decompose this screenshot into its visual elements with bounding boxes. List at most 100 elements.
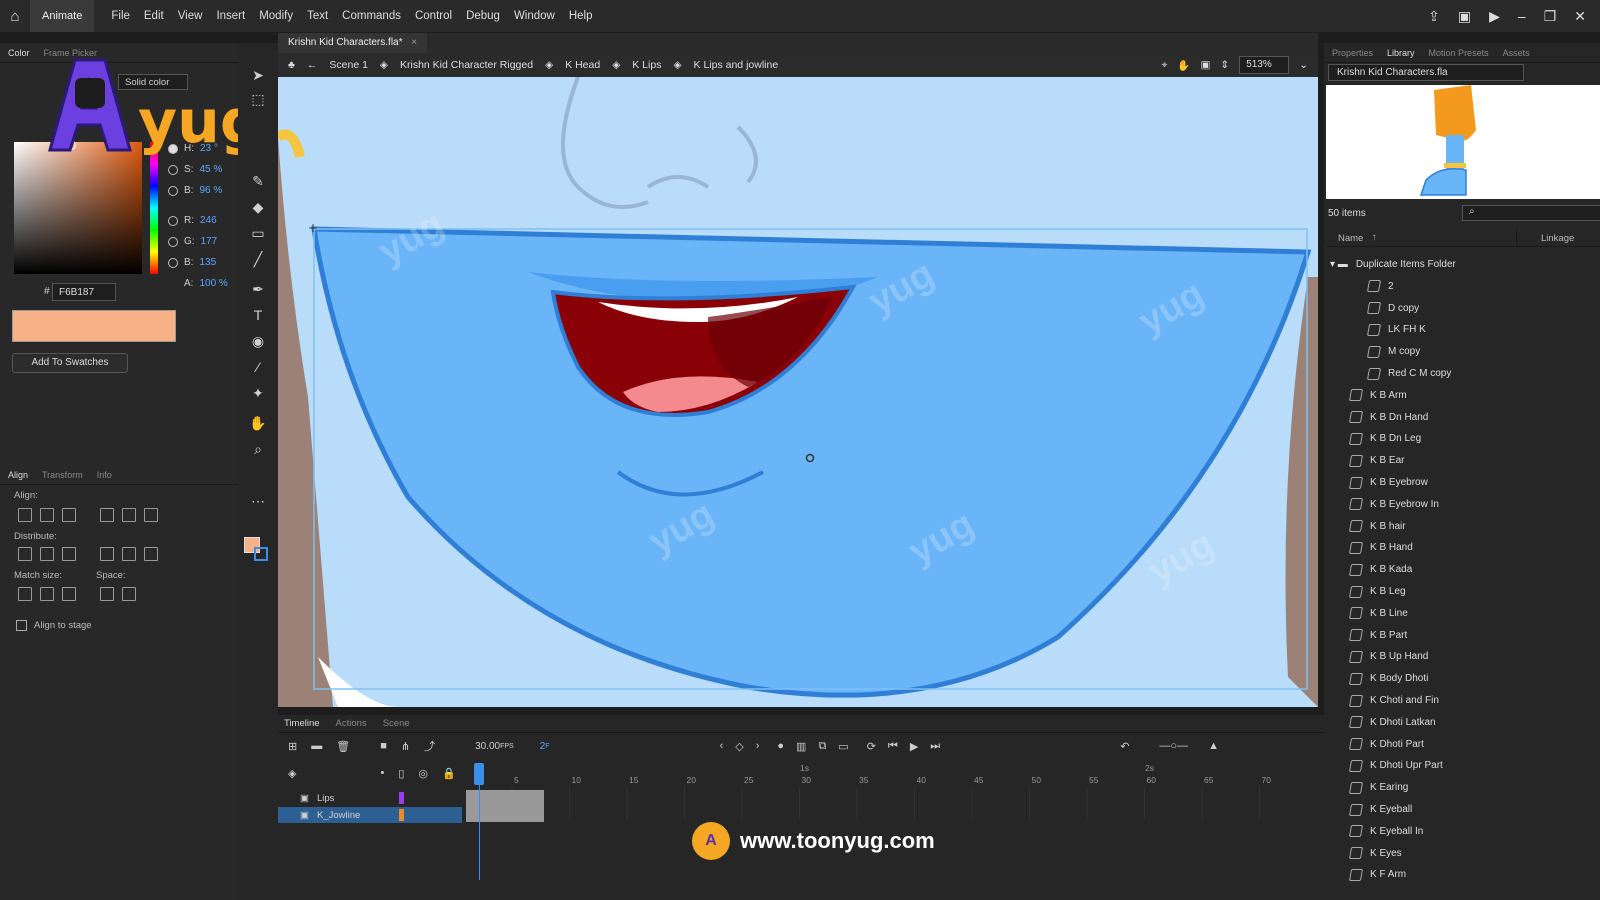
distribute-right-icon[interactable] xyxy=(144,547,158,561)
library-folder[interactable]: ▾ ▬ Duplicate Items Folder xyxy=(1330,254,1456,275)
crumb-rigged[interactable]: Krishn Kid Character Rigged xyxy=(400,59,533,71)
graph-icon[interactable]: ⤴ xyxy=(424,738,435,754)
stroke-color-icon[interactable] xyxy=(254,547,268,561)
library-folder-item[interactable]: 2 xyxy=(1366,276,1394,297)
eraser-tool-icon[interactable]: ◆ xyxy=(248,197,268,217)
crumb-head[interactable]: K Head xyxy=(565,59,600,71)
test-movie-icon[interactable]: ▶ xyxy=(1489,8,1500,25)
align-top-icon[interactable] xyxy=(100,508,114,522)
align-hcenter-icon[interactable] xyxy=(40,508,54,522)
layer-lips[interactable]: ▣ Lips xyxy=(278,790,462,806)
selection-tool-icon[interactable]: ➤ xyxy=(248,65,268,85)
menu-file[interactable]: File xyxy=(104,0,137,32)
menu-view[interactable]: View xyxy=(171,0,210,32)
saturation-brightness-picker[interactable] xyxy=(14,140,142,274)
align-bottom-icon[interactable] xyxy=(144,508,158,522)
library-item[interactable]: K B Leg xyxy=(1348,581,1406,602)
menu-control[interactable]: Control xyxy=(408,0,459,32)
keyframe-span[interactable] xyxy=(466,790,544,822)
distribute-vcenter-icon[interactable] xyxy=(40,547,54,561)
menu-text[interactable]: Text xyxy=(300,0,335,32)
menu-debug[interactable]: Debug xyxy=(459,0,507,32)
tab-motion-presets[interactable]: Motion Presets xyxy=(1429,48,1489,58)
expand-icon[interactable]: ▲ xyxy=(1208,740,1219,752)
menu-window[interactable]: Window xyxy=(507,0,562,32)
step-back-icon[interactable]: ⏮ xyxy=(888,740,898,753)
match-both-icon[interactable] xyxy=(62,587,76,601)
tab-properties[interactable]: Properties xyxy=(1332,48,1373,58)
onion-skin-icon[interactable]: ● xyxy=(777,740,784,752)
tab-transform[interactable]: Transform xyxy=(42,470,83,480)
share-icon[interactable]: ⇪ xyxy=(1428,8,1440,25)
zoom-input[interactable]: 513% xyxy=(1239,56,1290,74)
more-tools-icon[interactable]: ⋯ xyxy=(248,491,268,511)
rotate-icon[interactable]: ✋ xyxy=(1177,59,1190,72)
insert-frame-icon[interactable]: ▭ xyxy=(838,740,848,753)
library-item[interactable]: K B Eyebrow In xyxy=(1348,494,1439,515)
menu-insert[interactable]: Insert xyxy=(209,0,252,32)
s-value[interactable]: 45 % xyxy=(199,164,222,175)
camera-icon[interactable]: ■ xyxy=(380,740,387,752)
library-item[interactable]: K Eyeball xyxy=(1348,799,1412,820)
library-item[interactable]: K B Dn Hand xyxy=(1348,407,1428,428)
text-tool-icon[interactable]: T xyxy=(248,305,268,325)
align-vcenter-icon[interactable] xyxy=(122,508,136,522)
rectangle-tool-icon[interactable]: ▭ xyxy=(248,223,268,243)
library-item[interactable]: K B hair xyxy=(1348,516,1406,537)
library-item[interactable]: K Earing xyxy=(1348,777,1408,798)
library-select[interactable]: Krishn Kid Characters.fla xyxy=(1328,64,1524,81)
library-folder-item[interactable]: D copy xyxy=(1366,298,1419,319)
hue-slider[interactable] xyxy=(150,142,158,274)
document-tab[interactable]: Krishn Kid Characters.fla* × xyxy=(278,33,428,53)
library-item[interactable]: K B Eyebrow xyxy=(1348,472,1428,493)
free-transform-icon[interactable]: ⬚ xyxy=(248,89,268,109)
r-radio[interactable] xyxy=(168,215,178,226)
workspace-icon[interactable]: ▣ xyxy=(1458,8,1471,25)
menu-commands[interactable]: Commands xyxy=(335,0,408,32)
s-radio[interactable] xyxy=(168,164,178,175)
highlight-icon[interactable]: • xyxy=(380,767,384,779)
library-item[interactable]: K Eyeball In xyxy=(1348,821,1423,842)
library-item[interactable]: K B Part xyxy=(1348,625,1407,646)
tab-library[interactable]: Library xyxy=(1387,48,1415,58)
menu-help[interactable]: Help xyxy=(562,0,600,32)
visibility-icon[interactable]: ◎ xyxy=(418,767,428,780)
play-icon[interactable]: ▶ xyxy=(910,740,918,753)
pen-tool-icon[interactable]: ✒ xyxy=(248,279,268,299)
delete-layer-icon[interactable]: 🗑 xyxy=(336,740,350,753)
crumb-jowline[interactable]: K Lips and jowline xyxy=(694,59,779,71)
menu-modify[interactable]: Modify xyxy=(252,0,300,32)
frame-scale-slider[interactable]: —○— xyxy=(1159,740,1188,752)
eyedropper-icon[interactable]: ⁄ xyxy=(248,357,268,377)
home-icon[interactable]: ⌂ xyxy=(0,0,30,32)
tab-scene[interactable]: Scene xyxy=(383,718,410,729)
crumb-lips[interactable]: K Lips xyxy=(632,59,661,71)
tab-info[interactable]: Info xyxy=(97,470,112,480)
library-item[interactable]: K F Arm xyxy=(1348,864,1406,885)
match-height-icon[interactable] xyxy=(40,587,54,601)
playhead[interactable] xyxy=(479,770,480,880)
undo-icon[interactable]: ↶ xyxy=(1120,740,1129,753)
pin-tool-icon[interactable]: ✦ xyxy=(248,383,268,403)
library-item[interactable]: K Dhoti Upr Part xyxy=(1348,755,1443,776)
crumb-scene[interactable]: Scene 1 xyxy=(329,59,368,71)
keyframe-icon[interactable]: ◇ xyxy=(735,740,743,753)
library-item[interactable]: K Dhoti Part xyxy=(1348,734,1424,755)
center-stage-icon[interactable]: ⌖ xyxy=(1161,59,1167,72)
library-item[interactable]: K B Arm xyxy=(1348,385,1407,406)
alpha-value[interactable]: 100 % xyxy=(199,278,227,289)
col-name[interactable]: Name xyxy=(1338,233,1363,244)
space-vertical-icon[interactable] xyxy=(100,587,114,601)
clip-icon[interactable]: ▣ xyxy=(1200,59,1210,71)
new-layer-icon[interactable]: ⊞ xyxy=(288,740,297,753)
library-item[interactable]: K Dhoti Latkan xyxy=(1348,712,1436,733)
match-width-icon[interactable] xyxy=(18,587,32,601)
library-item[interactable]: K B Up Hand xyxy=(1348,646,1428,667)
r-value[interactable]: 246 xyxy=(200,215,217,226)
step-forward-icon[interactable]: ⏭ xyxy=(930,740,940,753)
add-to-swatches-button[interactable]: Add To Swatches xyxy=(12,353,128,373)
library-folder-item[interactable]: Red C M copy xyxy=(1366,363,1451,384)
library-folder-item[interactable]: LK FH K xyxy=(1366,319,1426,340)
library-item[interactable]: K Choti and Fin xyxy=(1348,690,1439,711)
align-right-icon[interactable] xyxy=(62,508,76,522)
